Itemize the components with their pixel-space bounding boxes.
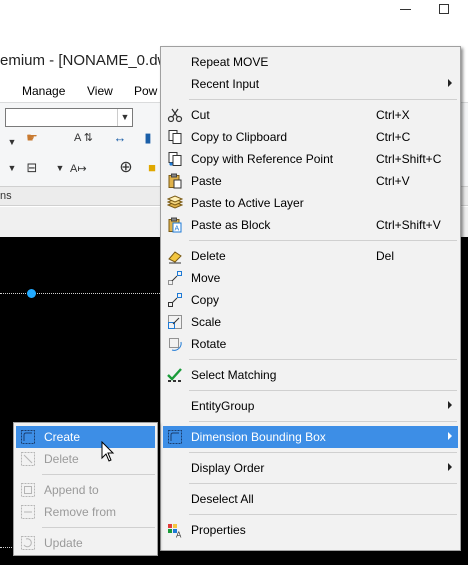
ribbon-combo-box[interactable]: ▼ [5,108,133,127]
remove-bounding-box-icon [21,505,35,519]
chevron-down-icon[interactable]: ▼ [2,159,22,177]
menu-item-paste-to-active-layer[interactable]: Paste to Active Layer [163,192,458,214]
menu-separator [189,514,457,515]
menu-item-recent-input[interactable]: Recent Input [163,73,458,95]
maximize-icon[interactable] [439,4,449,14]
move-icon [168,271,182,285]
menu-separator [189,99,457,100]
menu-separator [189,359,457,360]
window-title: emium - [NONAME_0.dw [0,52,169,69]
menu-item-paste-as-block[interactable]: A Paste as Block Ctrl+Shift+V [163,214,458,236]
menu-manage[interactable]: Manage [22,84,65,98]
menu-item-entity-group[interactable]: EntityGroup [163,395,458,417]
menu-item-repeat-move[interactable]: Repeat MOVE [163,51,458,73]
svg-text:A: A [176,531,182,539]
create-bounding-box-icon [21,430,35,444]
delete-bounding-box-icon [21,452,35,466]
dimension-bounding-box-submenu: Create Delete Append to Remove from Upda… [13,422,158,556]
menu-item-copy-to-clipboard[interactable]: Copy to Clipboard Ctrl+C [163,126,458,148]
menu-item-move[interactable]: Move [163,267,458,289]
menu-item-delete[interactable]: Delete Del [163,245,458,267]
chevron-down-icon[interactable]: ▼ [50,159,70,177]
append-bounding-box-icon [21,483,35,497]
selected-entity-line [0,293,160,294]
copy-base-point-icon [168,152,182,166]
menu-item-copy[interactable]: Copy [163,289,458,311]
menu-item-select-matching[interactable]: Select Matching [163,364,458,386]
svg-text:A: A [175,226,180,233]
menu-separator [189,452,457,453]
menu-item-cut[interactable]: Cut Ctrl+X [163,104,458,126]
menu-item-deselect-all[interactable]: Deselect All [163,488,458,510]
menu-power[interactable]: Pow [134,84,157,98]
panel-label: ns [0,190,12,202]
properties-icon: A [168,524,182,539]
scissors-icon [167,108,183,123]
menu-separator [189,390,457,391]
text-style-icon[interactable]: A ⇅ [74,131,93,144]
copy-icon [168,130,182,144]
block-icon[interactable]: ⊟ [22,159,42,177]
mouse-cursor-icon [101,441,115,462]
menu-view[interactable]: View [87,84,113,98]
submenu-arrow-icon [448,432,452,440]
paste-layer-icon [167,195,183,209]
match-properties-icon[interactable]: ☛ [22,129,42,147]
menu-item-copy-with-reference-point[interactable]: Copy with Reference Point Ctrl+Shift+C [163,148,458,170]
menu-item-paste[interactable]: Paste Ctrl+V [163,170,458,192]
scale-icon [168,315,182,329]
menu-separator [189,421,457,422]
menu-item-scale[interactable]: Scale [163,311,458,333]
menu-item-rotate[interactable]: Rotate [163,333,458,355]
submenu-item-create[interactable]: Create [16,426,155,448]
paste-icon [168,173,182,189]
copy-entity-icon [168,293,182,307]
chevron-down-icon[interactable]: ▼ [117,109,132,126]
select-matching-icon [167,368,182,382]
entity-grip[interactable] [27,289,36,298]
ribbon-tool-icon[interactable]: ▮ [138,129,158,147]
submenu-item-append-to[interactable]: Append to [16,479,155,501]
submenu-arrow-icon [448,463,452,471]
title-bar [0,0,468,44]
submenu-arrow-icon [448,79,452,87]
dimension-icon[interactable]: ↔ [110,129,130,147]
submenu-item-remove-from[interactable]: Remove from [16,501,155,523]
submenu-arrow-icon [448,401,452,409]
menu-item-display-order[interactable]: Display Order [163,457,458,479]
menu-separator [189,483,457,484]
dimension-bounding-box-icon [168,430,182,444]
paste-block-icon: A [168,217,182,233]
target-icon[interactable]: ⊕ [116,159,136,177]
menu-separator [42,527,155,528]
eraser-icon [168,251,182,264]
color-swatch-icon[interactable]: ■ [142,159,162,177]
chevron-down-icon[interactable]: ▼ [2,133,22,151]
text-icon[interactable]: A↦ [70,162,87,175]
menu-separator [42,474,155,475]
minimize-icon[interactable] [400,9,411,10]
submenu-item-delete[interactable]: Delete [16,448,155,470]
menu-item-properties[interactable]: A Properties [163,519,458,541]
menu-item-dimension-bounding-box[interactable]: Dimension Bounding Box [163,426,458,448]
update-bounding-box-icon [21,536,35,550]
context-menu: Repeat MOVE Recent Input Cut Ctrl+X Copy… [160,46,461,551]
rotate-icon [169,338,182,351]
submenu-item-update[interactable]: Update [16,532,155,554]
menu-separator [189,240,457,241]
selected-entity-line [0,547,14,548]
